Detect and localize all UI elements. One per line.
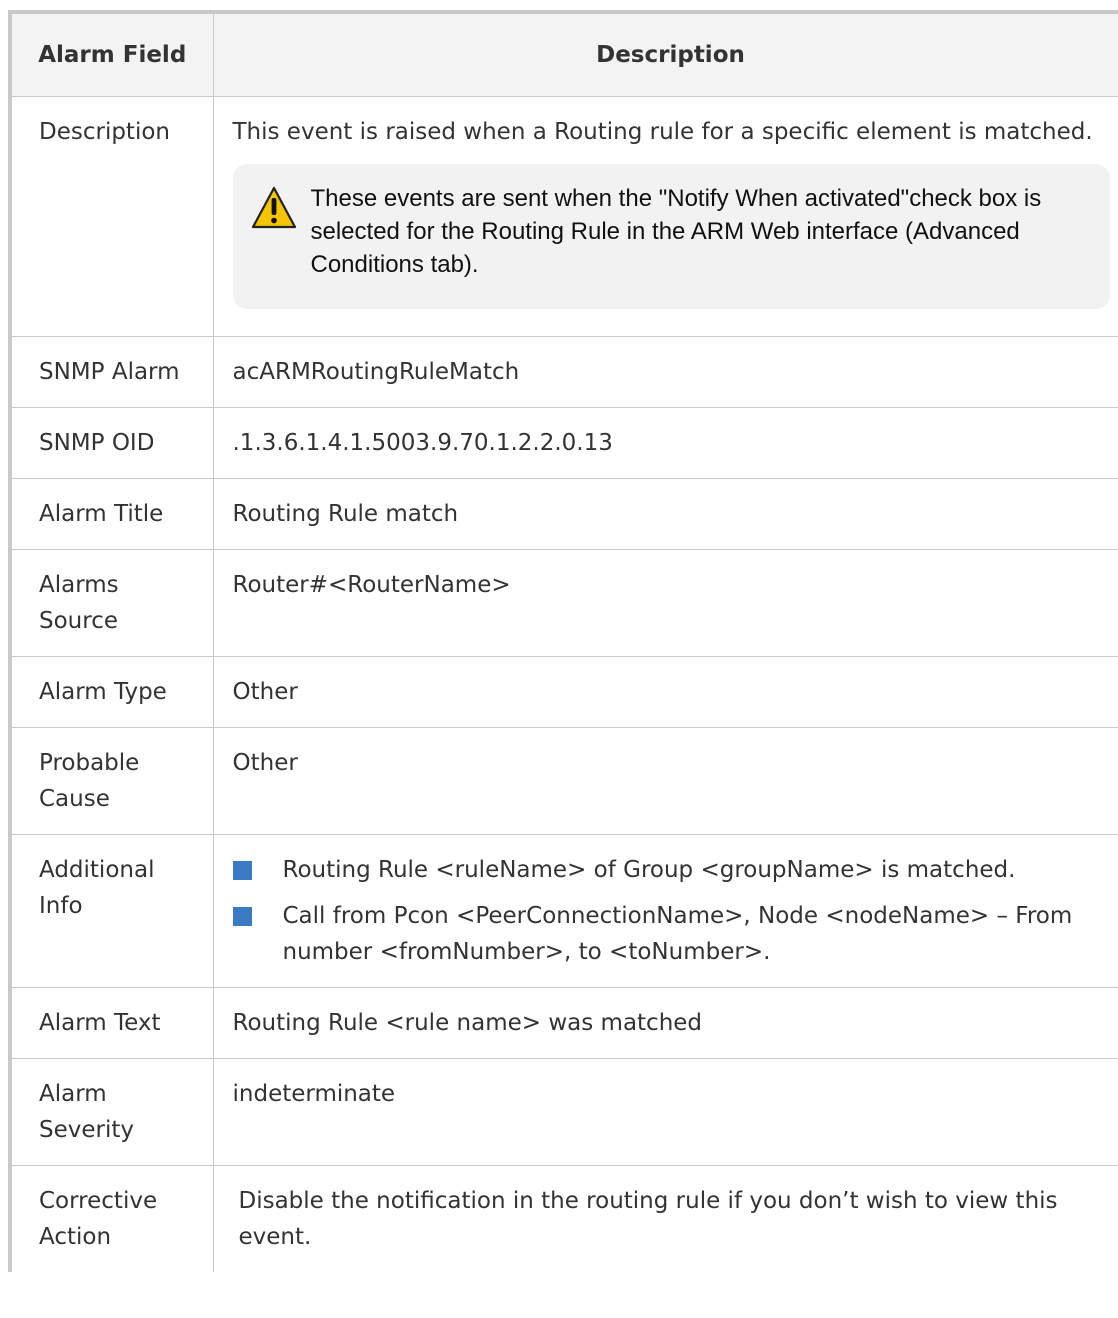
table-row-corrective-action: Corrective Action Disable the notificati…	[8, 1165, 1118, 1272]
field-value: Routing Rule <rule name> was matched	[212, 987, 1118, 1059]
field-label: Alarm Text	[8, 987, 214, 1059]
table-row-snmp-alarm: SNMP Alarm acARMRoutingRuleMatch	[8, 336, 1118, 408]
table-row-additional-info: Additional Info Routing Rule <ruleName> …	[8, 834, 1118, 988]
table-row-snmp-oid: SNMP OID .1.3.6.1.4.1.5003.9.70.1.2.2.0.…	[8, 407, 1118, 479]
warning-note-text: These events are sent when the "Notify W…	[310, 185, 1042, 278]
table-row-alarm-type: Alarm Type Other	[8, 656, 1118, 728]
field-value: acARMRoutingRuleMatch	[212, 336, 1118, 408]
field-value: Routing Rule match	[212, 478, 1118, 550]
field-label: Alarm Title	[8, 478, 214, 550]
table-row-description: Description This event is raised when a …	[8, 96, 1118, 337]
field-label: SNMP OID	[8, 407, 214, 479]
field-value: Disable the notification in the routing …	[212, 1165, 1118, 1272]
warning-icon	[251, 186, 296, 229]
field-label: Corrective Action	[8, 1165, 214, 1272]
field-value: Routing Rule <ruleName> of Group <groupN…	[212, 834, 1118, 988]
field-value: Router#<RouterName>	[212, 549, 1118, 657]
description-text: This event is raised when a Routing rule…	[232, 119, 1093, 145]
table-row-alarm-text: Alarm Text Routing Rule <rule name> was …	[8, 987, 1118, 1059]
alarm-table: Alarm Field Description Description This…	[8, 10, 1118, 1272]
field-label: Additional Info	[8, 834, 214, 988]
table-row-alarm-title: Alarm Title Routing Rule match	[8, 478, 1118, 550]
field-value: Other	[212, 727, 1118, 835]
table-row-probable-cause: Probable Cause Other	[8, 727, 1118, 835]
bullet-square-icon	[232, 861, 252, 880]
field-label: Alarm Type	[8, 656, 214, 728]
list-item-text: Call from Pcon <PeerConnectionName>, Nod…	[282, 903, 1073, 965]
list-item: Routing Rule <ruleName> of Group <groupN…	[232, 852, 1110, 888]
field-label: Alarms Source	[8, 549, 214, 657]
header-description: Description	[212, 10, 1118, 97]
table-header-row: Alarm Field Description	[8, 10, 1118, 97]
field-value: Other	[212, 656, 1118, 728]
warning-note: These events are sent when the "Notify W…	[232, 164, 1110, 309]
list-item: Call from Pcon <PeerConnectionName>, Nod…	[232, 898, 1110, 970]
field-value: .1.3.6.1.4.1.5003.9.70.1.2.2.0.13	[212, 407, 1118, 479]
field-value: indeterminate	[212, 1058, 1118, 1166]
header-alarm-field: Alarm Field	[8, 10, 214, 97]
bullet-square-icon	[232, 907, 252, 926]
field-label: Description	[8, 96, 214, 337]
field-label: Alarm Severity	[8, 1058, 214, 1166]
table-row-alarms-source: Alarms Source Router#<RouterName>	[8, 549, 1118, 657]
list-item-text: Routing Rule <ruleName> of Group <groupN…	[282, 857, 1016, 883]
field-label: Probable Cause	[8, 727, 214, 835]
field-label: SNMP Alarm	[8, 336, 214, 408]
additional-info-list: Routing Rule <ruleName> of Group <groupN…	[232, 852, 1110, 970]
field-value: This event is raised when a Routing rule…	[212, 96, 1118, 337]
table-row-alarm-severity: Alarm Severity indeterminate	[8, 1058, 1118, 1166]
